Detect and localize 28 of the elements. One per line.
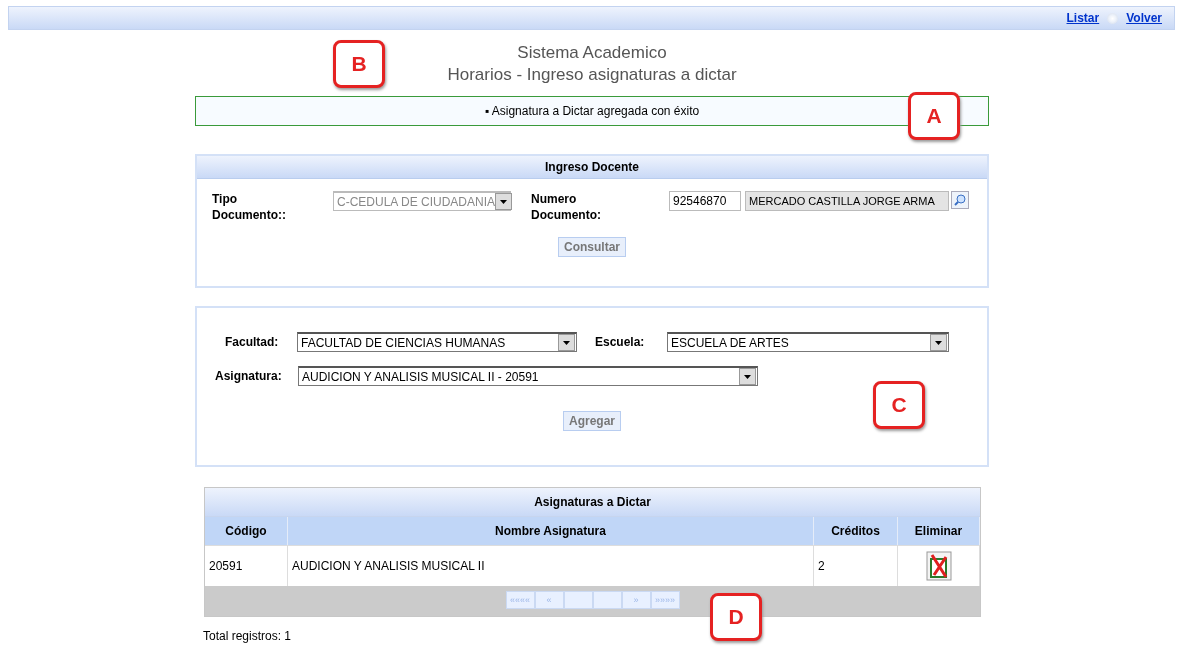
search-icon[interactable] [951, 191, 969, 209]
nav-link[interactable]: Volver [1126, 11, 1162, 25]
column-header: Eliminar [898, 517, 980, 545]
table-title: Asignaturas a Dictar [205, 488, 980, 517]
field-label: Facultad: [225, 334, 280, 350]
separator-dot-icon [1107, 12, 1119, 24]
delete-icon[interactable] [925, 551, 952, 581]
agregar-button[interactable]: Agregar [563, 411, 621, 431]
callout-label: A [908, 92, 960, 140]
column-header: Créditos [814, 517, 898, 545]
column-header: Nombre Asignatura [288, 517, 814, 545]
total-records: Total registros: 1 [203, 629, 293, 643]
field-label: Tipo Documento:: [212, 191, 287, 223]
callout-label: D [710, 593, 762, 641]
consultar-button[interactable]: Consultar [558, 237, 626, 257]
callout-label: B [333, 40, 385, 88]
column-header: Código [205, 517, 288, 545]
subject-select[interactable]: AUDICION Y ANALISIS MUSICAL II - 20591 [298, 366, 758, 386]
teacher-name-field: MERCADO CASTILLA JORGE ARMA [745, 191, 949, 211]
field-label: Escuela: [595, 334, 646, 350]
school-select[interactable]: ESCUELA DE ARTES [667, 332, 949, 352]
panel-title: Ingreso Docente [197, 156, 987, 179]
field-label: Numero Documento: [531, 191, 602, 223]
faculty-select[interactable]: FACULTAD DE CIENCIAS HUMANAS [297, 332, 577, 352]
document-number-field[interactable]: 92546870 [669, 191, 741, 211]
field-label: Asignatura: [215, 368, 283, 384]
nav-link[interactable]: Listar [1066, 11, 1100, 25]
callout-label: C [873, 381, 925, 429]
